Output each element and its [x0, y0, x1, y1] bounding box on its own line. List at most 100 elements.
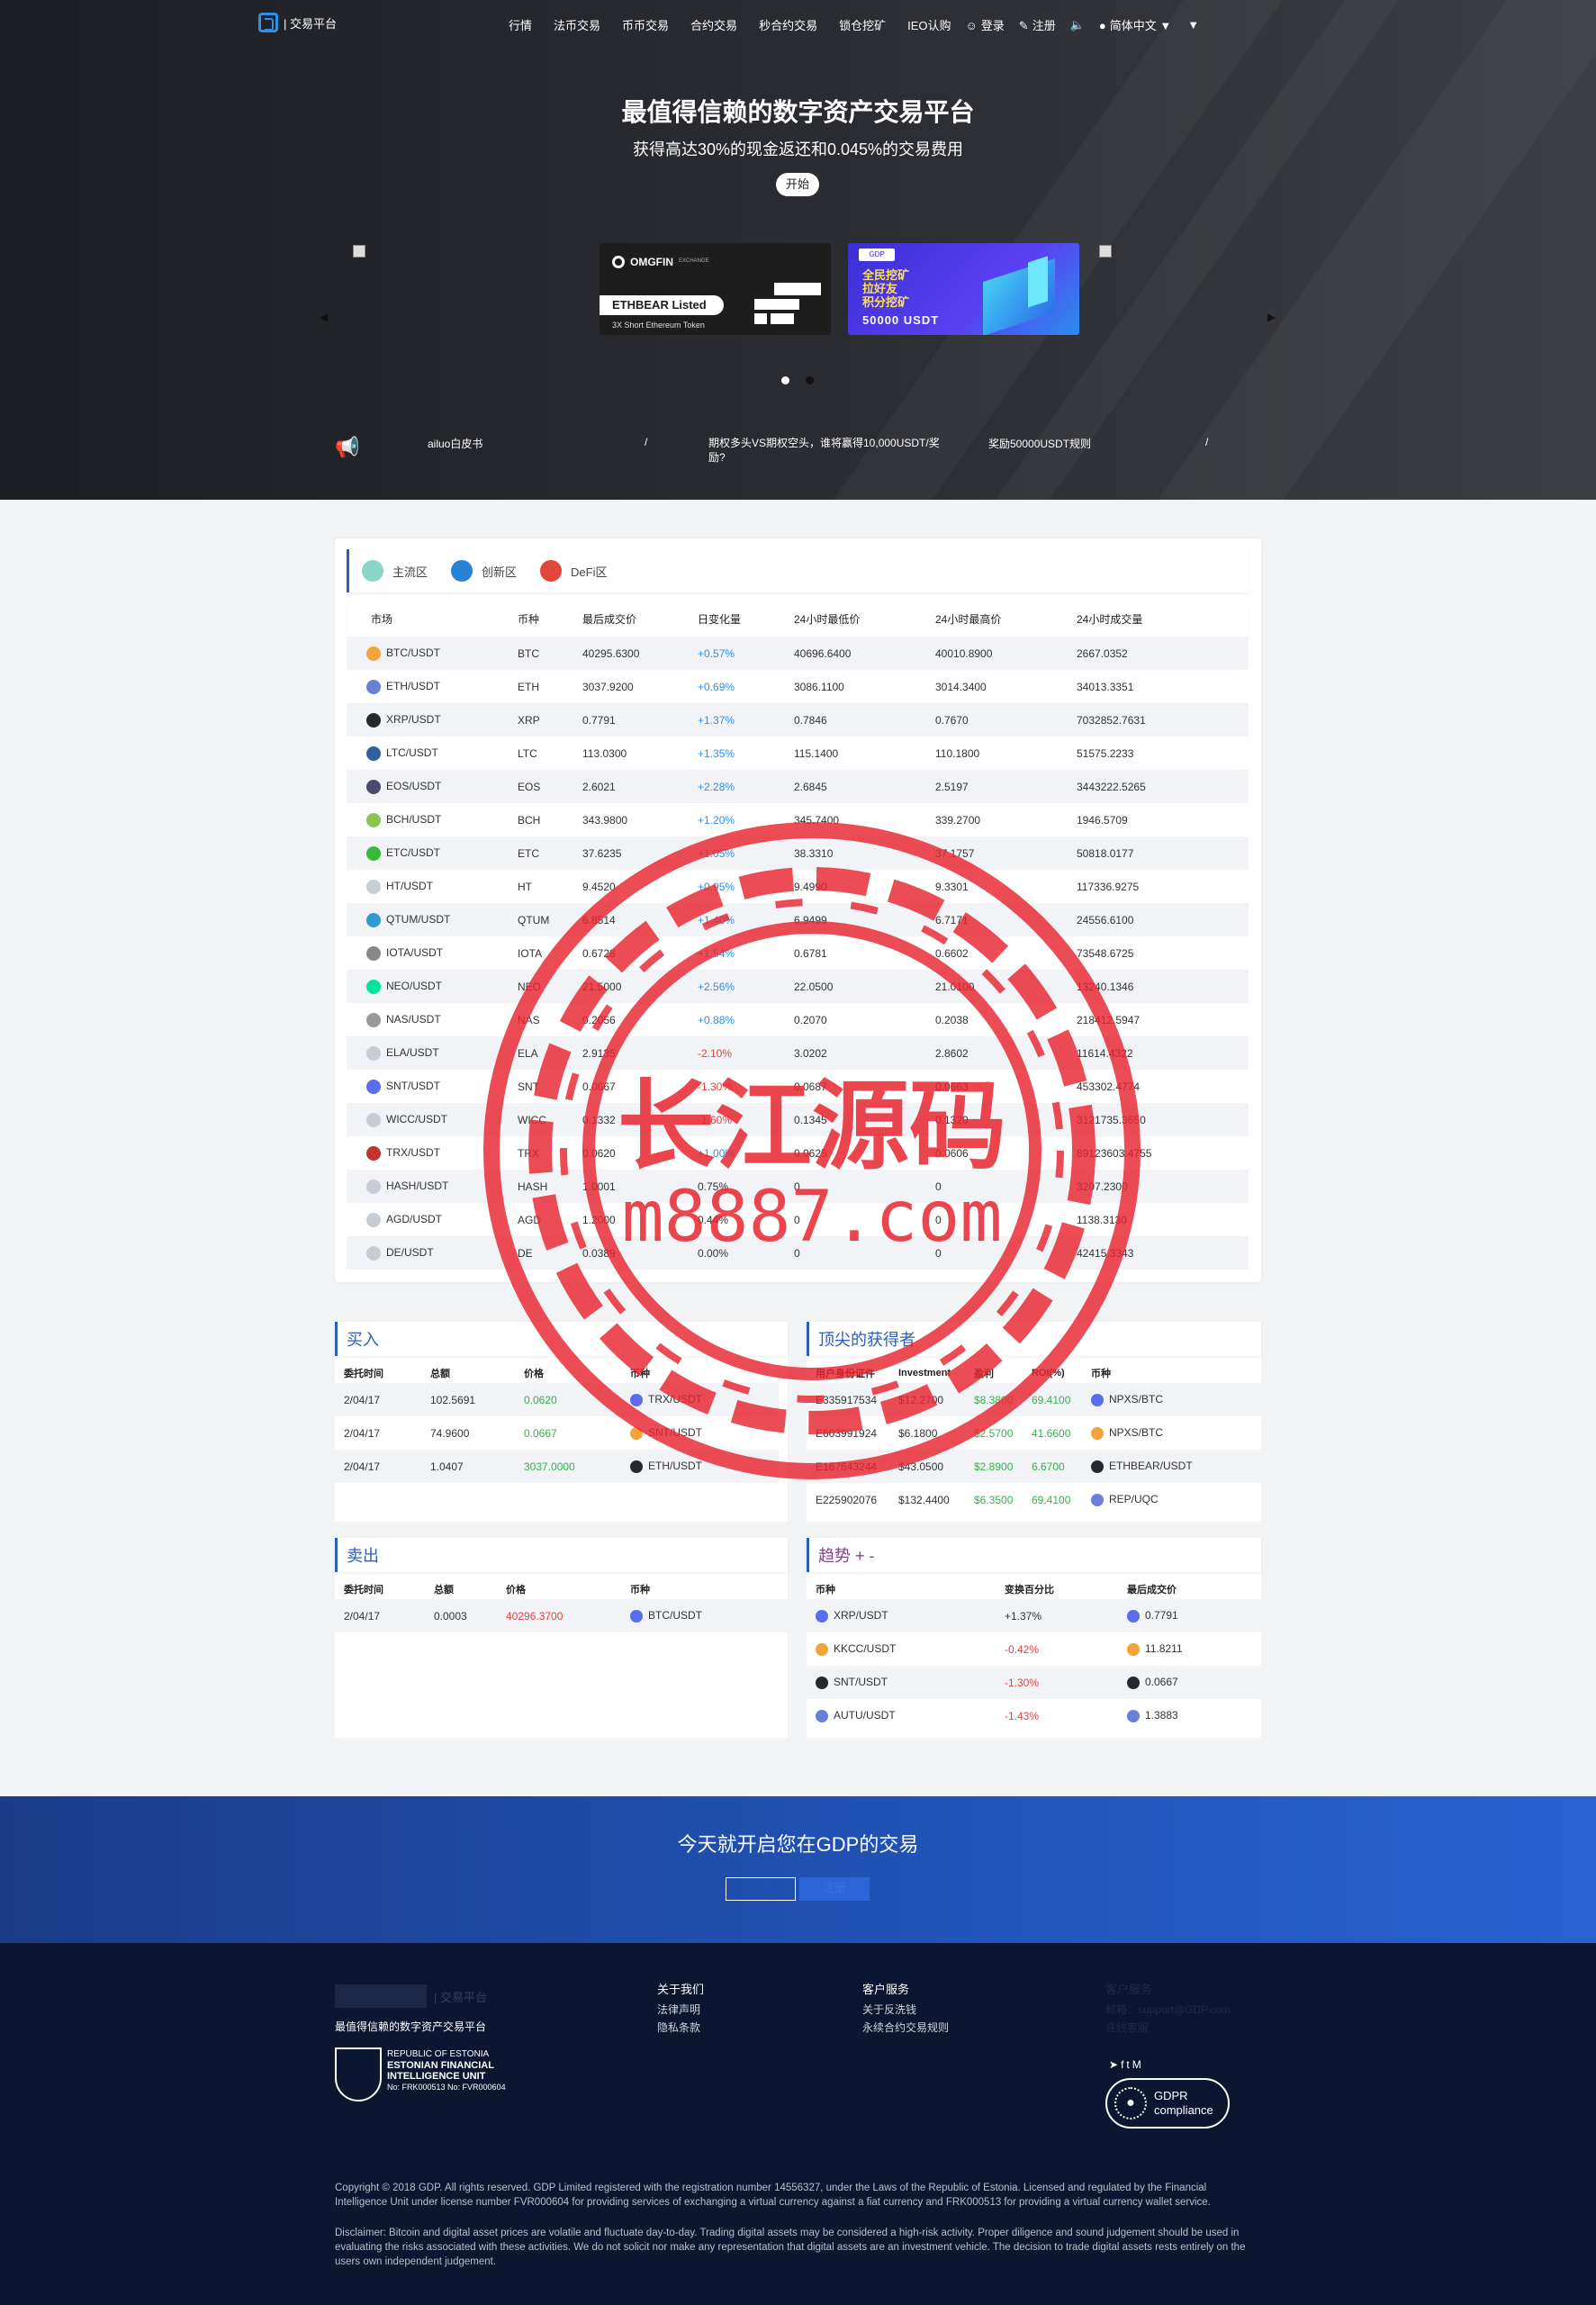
telegram-icon[interactable]: ➤	[1109, 2058, 1121, 2071]
footer-email[interactable]: 邮箱：support@GDP.com	[1105, 2001, 1231, 2019]
cell-high: 0.0606	[935, 1146, 969, 1160]
list-item[interactable]: 2/04/17 102.5691 0.0620 TRX/USDT	[335, 1383, 779, 1416]
market-pair: NEO/USDT	[347, 979, 518, 994]
cell: $2.8900	[974, 1460, 1014, 1473]
cta-register-button[interactable]: 注册	[799, 1877, 870, 1901]
hero-title: 最值得信赖的数字资产交易平台	[621, 98, 975, 126]
col-header: 委托时间	[344, 1369, 383, 1379]
cell-change: +1.20%	[698, 813, 735, 827]
tab-innovation-zone[interactable]: 创新区	[451, 560, 517, 582]
footer-link[interactable]: 关于反洗钱	[862, 2001, 949, 2019]
nav-item-spot[interactable]: 币币交易	[622, 16, 669, 33]
list-item[interactable]: KKCC/USDT -0.42% 11.8211	[807, 1632, 1261, 1666]
table-row[interactable]: AGD/USDT AGD 1.2000 0.44% 0 0 1138.3130	[347, 1203, 1249, 1236]
tab-defi-zone[interactable]: DeFi区	[540, 560, 607, 582]
nav-item-fiat[interactable]: 法币交易	[554, 16, 600, 33]
register-label: 注册	[1032, 19, 1056, 32]
footer-link[interactable]: 法律声明	[657, 2001, 704, 2019]
table-row[interactable]: WICC/USDT WICC 0.1332 -1.60% 0.1345 0.1320 312…	[347, 1103, 1249, 1136]
language-select[interactable]: ● 简体中文 ▼	[1099, 16, 1171, 33]
table-row[interactable]: DE/USDT DE 0.0389 0.00% 0 0 42415.3343	[347, 1236, 1249, 1270]
notice-item[interactable]: ailuo白皮书	[428, 436, 482, 451]
lock-icon: ●	[1114, 2087, 1147, 2120]
table-row[interactable]: BCH/USDT BCH 343.9800 +1.20% 345.7400 339.270…	[347, 803, 1249, 836]
medium-icon[interactable]: M	[1132, 2058, 1144, 2071]
cell: 74.9600	[430, 1426, 470, 1440]
pair-label: IOTA/USDT	[386, 945, 444, 959]
table-row[interactable]: HT/USDT HT 9.4520 +0.95% 9.4990 9.3301 117336.…	[347, 870, 1249, 903]
buy-title: 买入	[335, 1322, 788, 1356]
cta-login-button[interactable]: 登录	[726, 1877, 796, 1901]
pair-label: ELA/USDT	[386, 1045, 439, 1059]
col-header: 24小时最高价	[935, 612, 1002, 626]
table-row[interactable]: HASH/USDT HASH 1.0001 0.75% 0 0 3207.2300	[347, 1170, 1249, 1203]
cell-last: 113.0300	[582, 746, 627, 760]
table-row[interactable]: IOTA/USDT IOTA 0.6728 +1.54% 0.6781 0.6602 735…	[347, 936, 1249, 970]
cell: 102.5691	[430, 1393, 476, 1406]
banner-mining[interactable]: GDP 全民挖矿 拉好友 积分挖矿 50000 USDT	[848, 243, 1079, 335]
cell-coin: EOS	[518, 780, 541, 793]
table-row[interactable]: NEO/USDT NEO 21.5000 +2.56% 22.0500 21.0100 13…	[347, 970, 1249, 1003]
nav-item-contract[interactable]: 合约交易	[690, 16, 737, 33]
list-item[interactable]: SNT/USDT -1.30% 0.0667	[807, 1666, 1261, 1699]
notice-item[interactable]: 奖励50000USDT规则	[988, 436, 1091, 451]
table-row[interactable]: BTC/USDT BTC 40295.6300 +0.57% 40696.6400 400…	[347, 637, 1249, 670]
carousel-next-icon[interactable]: ▶	[1267, 311, 1276, 323]
start-button[interactable]: 开始	[776, 173, 819, 196]
sell-header: 委托时间 总额 价格 币种	[335, 1579, 788, 1599]
list-item[interactable]: E335917534 $12.2700 $8.3800 69.4100 NPXS/BTC	[807, 1383, 1261, 1416]
coin-icon	[1127, 1676, 1140, 1689]
footer-link[interactable]: 隐私条款	[657, 2019, 704, 2037]
list-item[interactable]: E225902076 $132.4400 $6.3500 69.4100 REP/UQC	[807, 1483, 1261, 1516]
tab-main-zone[interactable]: 主流区	[362, 560, 428, 582]
logo[interactable]: | 交易平台	[258, 13, 337, 32]
list-item[interactable]: XRP/USDT +1.37% 0.7791	[807, 1599, 1261, 1632]
notice-item[interactable]: 期权多头VS期权空头，谁将赢得10,000USDT/奖励?	[708, 436, 942, 465]
carousel-prev-icon[interactable]: ◀	[320, 311, 328, 323]
coin-icon	[366, 1012, 381, 1027]
table-row[interactable]: QTUM/USDT QTUM 6.8514 +1.40% 6.9499 6.7171 245…	[347, 903, 1249, 936]
nav-item-staking[interactable]: 锁仓挖矿	[839, 16, 886, 33]
list-item[interactable]: 2/04/17 0.0003 40296.3700 BTC/USDT	[335, 1599, 788, 1632]
cta-section: 今天就开启您在GDP的交易 登录 注册	[0, 1796, 1596, 1943]
nav-item-market[interactable]: 行情	[509, 16, 532, 33]
login-link[interactable]: ☺ 登录	[966, 16, 1005, 33]
table-row[interactable]: TRX/USDT TRX 0.0620 +1.00% 0.0625 0.0606 89123…	[347, 1136, 1249, 1170]
mining-line-3: 积分挖矿	[862, 295, 910, 309]
mining-line-1: 全民挖矿	[862, 268, 910, 282]
footer-service: 客户服务 关于反洗钱 永续合约交易规则	[862, 1981, 949, 2037]
carousel-dot[interactable]	[806, 376, 814, 384]
notice-separator: /	[1205, 436, 1209, 448]
market-pair: ELA/USDT	[347, 1045, 518, 1061]
cta-text: 今天就开启您在GDP的交易	[677, 1833, 919, 1856]
table-row[interactable]: ELA/USDT ELA 2.9135 -2.10% 3.0202 2.8602 11614…	[347, 1036, 1249, 1070]
table-row[interactable]: ETC/USDT ETC 37.6235 +1.05% 38.3310 37.1757 50…	[347, 836, 1249, 870]
cell-change: +1.37%	[698, 713, 735, 727]
sound-icon[interactable]: 🔈	[1070, 18, 1085, 32]
list-item[interactable]: E167643244 $43.0500 $2.8900 6.6700 ETHBEAR/U…	[807, 1450, 1261, 1483]
cell-coin: BCH	[518, 813, 541, 827]
cell: 11.8211	[1127, 1642, 1253, 1656]
footer-link[interactable]: 永续合约交易规则	[862, 2019, 949, 2037]
table-row[interactable]: LTC/USDT LTC 113.0300 +1.35% 115.1400 110.180…	[347, 737, 1249, 770]
table-row[interactable]: SNT/USDT SNT 0.0667 -1.30% 0.0687 0.0663 45330…	[347, 1070, 1249, 1103]
cell-vol: 50818.0177	[1077, 846, 1134, 860]
cell: $6.1800	[898, 1426, 938, 1440]
table-row[interactable]: NAS/USDT NAS 0.2056 +0.88% 0.2070 0.2038 21841…	[347, 1003, 1249, 1036]
list-item[interactable]: 2/04/17 74.9600 0.0667 SNT/USDT	[335, 1416, 779, 1450]
nav-item-ieo[interactable]: IEO认购	[907, 16, 951, 33]
more-dropdown-icon[interactable]: ▼	[1187, 18, 1199, 32]
footer-online-service[interactable]: 在线客服	[1105, 2019, 1231, 2037]
nav-item-second-contract[interactable]: 秒合约交易	[759, 16, 817, 33]
table-row[interactable]: ETH/USDT ETH 3037.9200 +0.69% 3086.1100 3014.…	[347, 670, 1249, 703]
banner-omgfin[interactable]: OMGFIN EXCHANGE ETHBEAR Listed 3X Short …	[600, 243, 831, 335]
register-link[interactable]: ✎ 注册	[1019, 16, 1056, 33]
table-row[interactable]: XRP/USDT XRP 0.7791 +1.37% 0.7846 0.7670 70328…	[347, 703, 1249, 737]
list-item[interactable]: AUTU/USDT -1.43% 1.3883	[807, 1699, 1261, 1732]
cell: NPXS/BTC	[1091, 1393, 1226, 1406]
list-item[interactable]: E603991924 $6.1800 $2.5700 41.6600 NPXS/BTC	[807, 1416, 1261, 1450]
cell-vol: 1946.5709	[1077, 813, 1128, 827]
table-row[interactable]: EOS/USDT EOS 2.6021 +2.28% 2.6845 2.5197 34432…	[347, 770, 1249, 803]
list-item[interactable]: 2/04/17 1.0407 3037.0000 ETH/USDT	[335, 1450, 779, 1483]
carousel-dot-active[interactable]	[781, 376, 789, 384]
